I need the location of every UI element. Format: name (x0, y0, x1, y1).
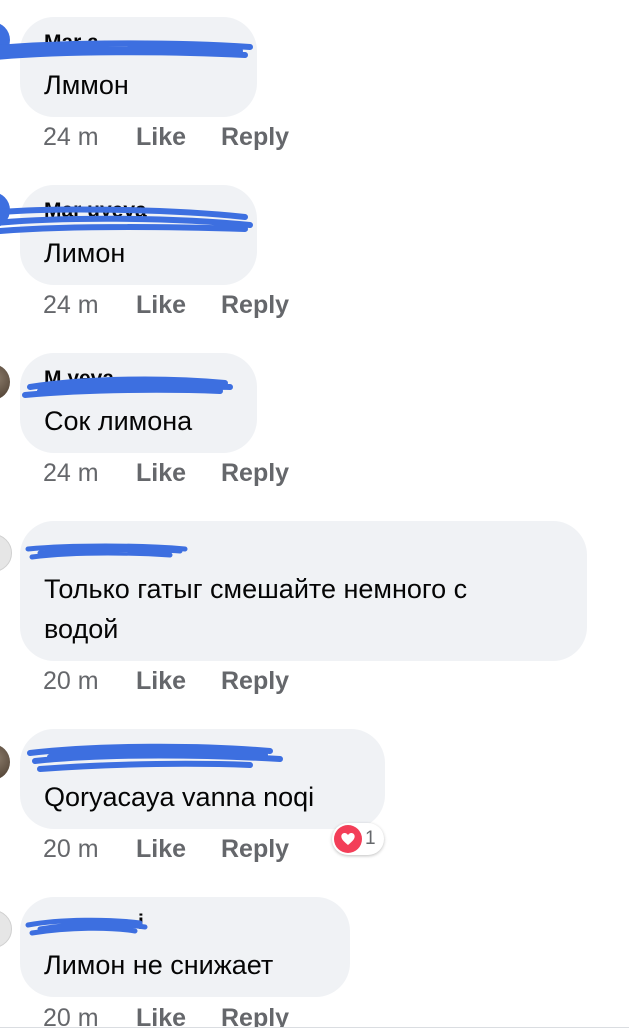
like-button[interactable]: Like (136, 459, 221, 488)
comment-text: Лимон не снижает (44, 950, 274, 980)
comment-bubble: Mar a Лммон (0, 17, 257, 117)
timestamp[interactable]: 24 m (43, 459, 136, 488)
reply-button[interactable]: Reply (221, 667, 289, 696)
comment-bubble: i Лимон не снижает (20, 897, 350, 997)
like-button[interactable]: Like (136, 291, 221, 320)
comment-text-line-1: Только гатыг смешайте немного с (44, 574, 468, 604)
comment-bubble: Только гатыг смешайте немного с водой (20, 521, 587, 661)
timestamp[interactable]: 20 m (43, 667, 136, 696)
comment-text: Qoryacaya vanna noqi (44, 782, 315, 812)
comment-bubble: Qoryacaya vanna noqi (20, 729, 385, 829)
avatar[interactable] (0, 364, 10, 400)
like-button[interactable]: Like (136, 835, 221, 864)
reply-button[interactable]: Reply (221, 835, 289, 864)
like-button[interactable]: Like (136, 667, 221, 696)
avatar[interactable] (0, 910, 12, 948)
comment-meta: 20 m Like Reply (43, 834, 289, 864)
comment-text: Лимон (44, 238, 126, 268)
reply-button[interactable]: Reply (221, 459, 289, 488)
heart-icon (334, 825, 362, 853)
bottom-divider (0, 1027, 629, 1034)
like-button[interactable]: Like (136, 123, 221, 152)
avatar[interactable] (0, 744, 10, 780)
comment-meta: 24 m Like Reply (43, 122, 289, 152)
comment-text-line-2: водой (44, 614, 119, 644)
timestamp[interactable]: 24 m (43, 291, 136, 320)
comment-bubble: M yeva Сок лимона (20, 353, 257, 453)
comment-meta: 24 m Like Reply (43, 290, 289, 320)
comment-meta: 24 m Like Reply (43, 458, 289, 488)
comment-text: Сок лимона (44, 406, 193, 436)
comment-meta: 20 m Like Reply (43, 666, 289, 696)
reply-button[interactable]: Reply (221, 123, 289, 152)
avatar[interactable] (0, 534, 12, 572)
comment-bubble: Mar uyeva Лимон (0, 185, 257, 285)
timestamp[interactable]: 24 m (43, 123, 136, 152)
timestamp[interactable]: 20 m (43, 835, 136, 864)
comment-text: Лммон (44, 70, 129, 100)
reply-button[interactable]: Reply (221, 291, 289, 320)
reaction-badge[interactable]: 1 (332, 823, 384, 855)
reaction-count: 1 (365, 828, 376, 849)
